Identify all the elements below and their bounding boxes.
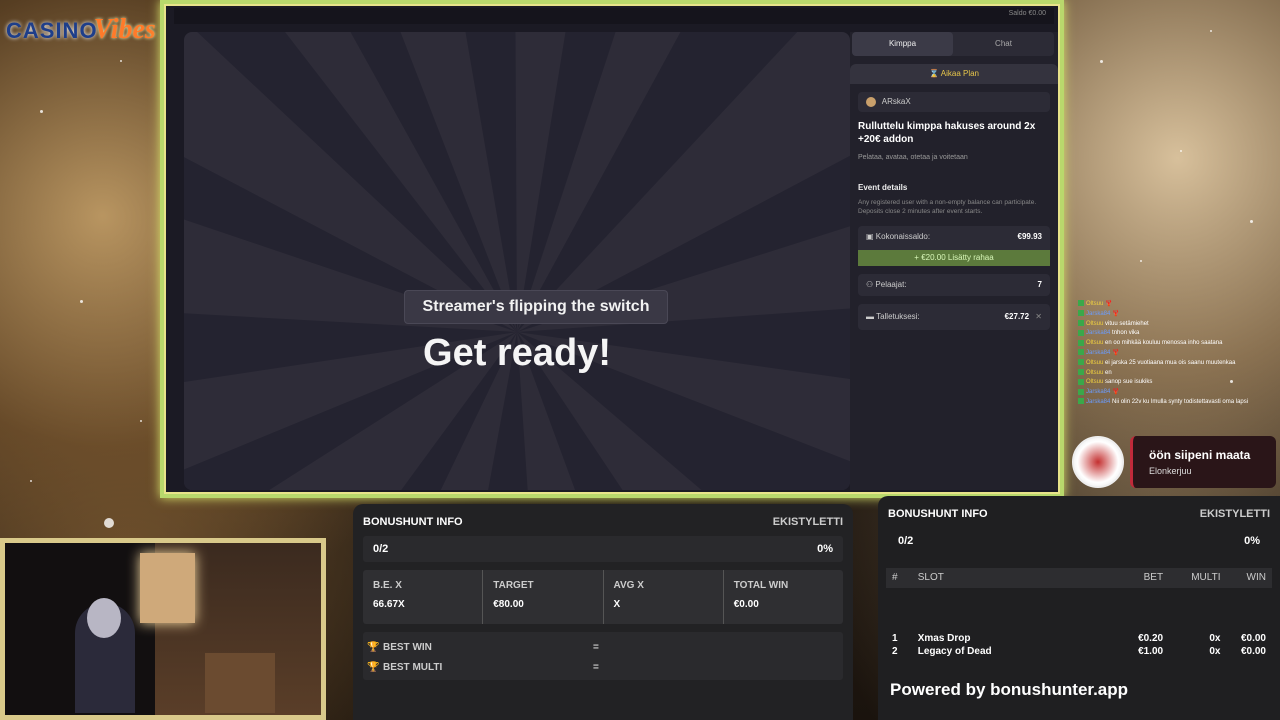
subscriber-alert: öön siipeni maata Elonkerjuu (1070, 434, 1276, 490)
chat-line: Jarska84 🦞 (1078, 310, 1278, 320)
chat-line: Oltsuu en oo mihkää kouluu menossa inho … (1078, 339, 1278, 349)
stat-target: TARGET €80.00 (483, 570, 604, 624)
alert-title: öön siipeni maata (1149, 448, 1251, 462)
webcam-shelf (140, 553, 195, 623)
host-user-card[interactable]: ARskaX (858, 92, 1050, 112)
game-frame: Saldo €0.00 Streamer's flipping the swit… (160, 0, 1064, 498)
best-win-row: 🏆 BEST WIN = (367, 638, 839, 658)
streamer-status-pill: Streamer's flipping the switch (404, 290, 668, 324)
event-details-heading: Event details (858, 183, 908, 192)
bonushunt-name: EKISTYLETTI (1199, 508, 1270, 520)
chat-line: Oltsuu ei jarska 25 vuotiaana mua ois sa… (1078, 359, 1278, 369)
chat-line: Oltsuu vituu setämiehet (1078, 320, 1278, 330)
chat-line: Jarska84 tnhon vika (1078, 329, 1278, 339)
subscriber-alert-box: öön siipeni maata Elonkerjuu (1130, 436, 1276, 488)
best-multi-row: 🏆 BEST MULTI = (367, 658, 839, 678)
total-balance-label: Kokonaissaldo: (875, 232, 931, 241)
kimppa-side-panel: Kimppa Chat ⌛ Aikaa Plan ARskaX Rullutte… (850, 32, 1058, 490)
stat-break-even: B.E. X 66.67X (363, 570, 484, 624)
stat-total-win: TOTAL WIN €0.00 (733, 580, 789, 610)
alert-username: Elonkerjuu (1149, 466, 1192, 476)
host-username: ARskaX (881, 97, 911, 106)
deposits-value: €27.72 (1004, 312, 1030, 321)
bonushunt-progress: 0/2 0% (363, 536, 843, 562)
deposits-card: ▬ Talletuksesi: €27.72 ✕ (858, 304, 1050, 330)
sunburst-background (184, 32, 850, 490)
logo-text-casino: CASINO (6, 18, 98, 43)
slots-table-header: # SLOT BET MULTI WIN (886, 568, 1272, 588)
webcam-floor (205, 653, 275, 713)
added-money-banner: + €20.00 Lisätty rahaa (858, 250, 1050, 266)
close-icon[interactable]: ✕ (1035, 312, 1042, 321)
event-title: Rulluttelu kimppa hakuses around 2x +20€… (858, 121, 1036, 145)
progress-count: 0/2 (373, 543, 389, 555)
mod-badge-icon (1078, 388, 1084, 395)
plan-header: ⌛ Aikaa Plan (850, 64, 1058, 84)
mod-badge-icon (1078, 398, 1084, 405)
avatar (866, 96, 876, 107)
webcam-person-head (87, 598, 121, 638)
table-row: 1 Xmas Drop €0.20 0x €0.00 (892, 633, 1266, 644)
stream-chat: Oltsuu 🦞 Jarska84 🦞 Oltsuu vituu setämie… (1078, 300, 1278, 408)
table-row: 2 Legacy of Dead €1.00 0x €0.00 (892, 646, 1266, 657)
event-subtitle: Pelataa, avataa, otetaa ja voitetaan (858, 154, 968, 161)
players-label: Pelaajat: (875, 280, 907, 289)
tab-chat[interactable]: Chat (953, 32, 1054, 56)
mod-badge-icon (1078, 359, 1084, 366)
players-value: 7 (1037, 280, 1042, 289)
chat-line: Jarska84 Nii olin 22v ku lmulla synty to… (1078, 398, 1278, 408)
bonushunt-info-panel: BONUSHUNT INFO EKISTYLETTI 0/2 0% B.E. X… (353, 504, 853, 720)
progress-percent: 0% (817, 543, 833, 555)
logo-text-vibes: Vibes (93, 14, 156, 45)
players-card: ⚇ Pelaajat: 7 (858, 274, 1050, 296)
brand-logo: CASINOVibes (6, 14, 156, 46)
mod-badge-icon (1078, 300, 1084, 307)
chat-line: Jarska84 🦞 (1078, 349, 1278, 359)
plan-label: Aikaa Plan (940, 69, 979, 78)
deposits-label: Talletuksesi: (876, 312, 920, 321)
avatar (1072, 436, 1124, 488)
mod-badge-icon (1078, 329, 1084, 336)
mod-badge-icon (1078, 369, 1084, 375)
card-icon: ▬ (866, 312, 877, 321)
mod-badge-icon (1078, 310, 1084, 317)
mod-badge-icon (1078, 378, 1084, 385)
get-ready-headline: Get ready! (423, 332, 611, 374)
wallet-icon: ▣ (866, 232, 876, 241)
event-details-text: Any registered user with a non-empty bal… (858, 199, 1037, 215)
players-icon: ⚇ (866, 280, 876, 289)
added-money-label: €20.00 Lisätty rahaa (921, 253, 994, 262)
mod-badge-icon (1078, 320, 1084, 327)
progress-percent: 0% (1244, 535, 1260, 547)
mod-badge-icon (1078, 349, 1084, 356)
chat-line: Oltsuu en (1078, 369, 1278, 379)
total-balance-value: €99.93 (1017, 232, 1042, 241)
bonushunt-title: BONUSHUNT INFO (363, 516, 463, 528)
chat-line: Oltsuu sanop sue isukiks (1078, 378, 1278, 388)
mod-badge-icon (1078, 339, 1084, 346)
total-balance-card: ▣ Kokonaissaldo: €99.93 + €20.00 Lisätty… (858, 226, 1050, 266)
bonushunt-stats: B.E. X 66.67X TARGET €80.00 AVG X X TOTA… (363, 570, 843, 624)
trophy-icon: 🏆 (367, 662, 380, 673)
webcam-feed (0, 538, 326, 720)
powered-by-text: Powered by bonushunter.app (890, 680, 1129, 699)
progress-count: 0/2 (898, 535, 914, 547)
hourglass-icon: ⌛ (929, 69, 939, 78)
game-topbar: Saldo €0.00 (174, 8, 1054, 24)
game-canvas: Streamer's flipping the switch Get ready… (184, 32, 850, 490)
bonushunt-name: EKISTYLETTI (772, 516, 843, 528)
bonushunt-progress: 0/2 0% (888, 528, 1270, 554)
slots-table-body: 1 Xmas Drop €0.20 0x €0.00 2 Legacy of D… (878, 632, 1280, 658)
tab-kimppa[interactable]: Kimppa (852, 32, 953, 56)
balance-readout: Saldo €0.00 (1008, 10, 1046, 17)
bonushunt-title: BONUSHUNT INFO (888, 508, 988, 520)
panel-tabs: Kimppa Chat (852, 32, 1054, 56)
trophy-icon: 🏆 (367, 642, 380, 653)
bonushunt-slots-panel: BONUSHUNT INFO EKISTYLETTI 0/2 0% # SLOT… (878, 496, 1280, 720)
stat-avg-x: AVG X X (604, 570, 724, 624)
chat-line: Oltsuu 🦞 (1078, 300, 1278, 310)
chat-line: Jarska84 🦞 (1078, 388, 1278, 398)
bonushunt-best: 🏆 BEST WIN = 🏆 BEST MULTI = (363, 632, 843, 680)
